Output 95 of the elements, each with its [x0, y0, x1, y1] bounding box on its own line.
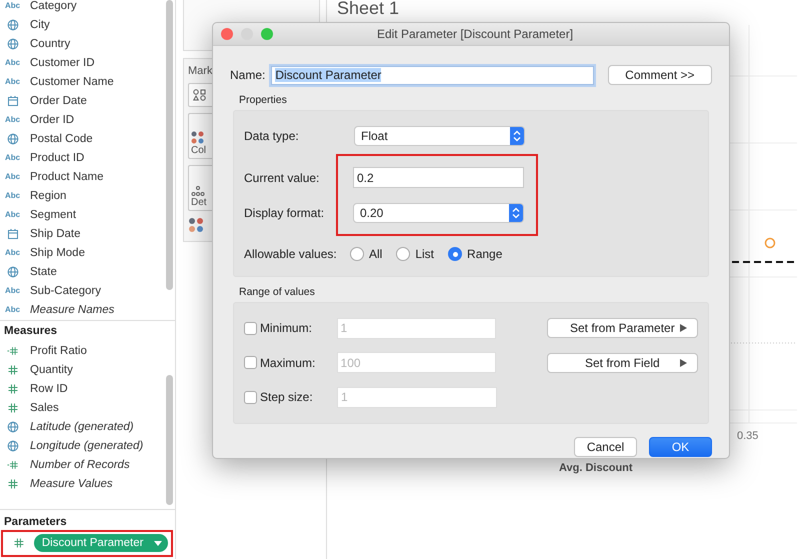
stepper-arrows-icon[interactable]: [509, 204, 523, 222]
globe-icon: [7, 132, 19, 144]
current-value-field[interactable]: 0.2: [353, 167, 524, 188]
sheet-title: Sheet 1: [337, 0, 400, 19]
field-name[interactable]: Row ID: [30, 382, 68, 394]
field-name[interactable]: Ship Mode: [30, 246, 85, 258]
string-type-label: Abc: [5, 210, 22, 219]
string-type-label: Abc: [5, 172, 22, 181]
data-type-select[interactable]: Float: [354, 126, 525, 146]
close-button[interactable]: [221, 28, 233, 40]
radio-button[interactable]: [350, 247, 364, 261]
hash-icon: [7, 382, 19, 394]
calculated-hash-icon: [7, 458, 19, 470]
string-type-label: Abc: [5, 153, 22, 162]
window-title: Edit Parameter [Discount Parameter]: [376, 27, 574, 41]
field-name[interactable]: Postal Code: [30, 132, 93, 144]
field-name[interactable]: Customer Name: [30, 76, 114, 88]
field-label: Data type:: [244, 129, 300, 143]
globe-icon: [7, 38, 19, 50]
field-name[interactable]: Product ID: [30, 152, 84, 164]
globe-icon: [7, 18, 19, 30]
section-heading: Measures: [0, 320, 175, 341]
field-name[interactable]: Number of Records: [30, 458, 130, 470]
triangle-arrow-icon: [679, 324, 687, 332]
hash-icon: [13, 537, 25, 549]
string-type-label: Abc: [5, 77, 22, 86]
field-name[interactable]: Customer ID: [30, 56, 95, 68]
radio-button[interactable]: [448, 247, 462, 261]
scrollbar[interactable]: [166, 375, 173, 505]
radio-option[interactable]: All: [350, 247, 382, 261]
string-type-label: Abc: [5, 58, 22, 67]
string-type-label: Abc: [5, 305, 22, 314]
detail-dots-icon: [191, 185, 205, 197]
radio-option[interactable]: Range: [448, 247, 502, 261]
field-name[interactable]: City: [30, 18, 50, 30]
shapes-icon: [193, 89, 207, 101]
radio-button[interactable]: [396, 247, 410, 261]
field-name[interactable]: Country: [30, 38, 70, 50]
mark-card[interactable]: Col: [188, 113, 213, 159]
field-name[interactable]: Sub-Category: [30, 284, 101, 296]
hash-icon: [7, 478, 19, 490]
calculated-hash-icon: [7, 344, 19, 356]
field-name[interactable]: Measure Names: [30, 304, 114, 316]
dialog-button[interactable]: OK: [649, 436, 712, 456]
field-label: Current value:: [244, 170, 320, 184]
group-label: Range of values: [239, 286, 316, 298]
name-field[interactable]: Discount Parameter: [271, 66, 594, 84]
globe-icon: [7, 420, 19, 432]
globe-icon: [7, 266, 19, 278]
field-name[interactable]: Latitude (generated): [30, 420, 134, 432]
field-label: Allowable values:: [244, 247, 338, 261]
triangle-arrow-icon: [679, 358, 687, 367]
dialog-button[interactable]: Cancel: [574, 436, 637, 456]
field-name[interactable]: Longitude (generated): [30, 440, 144, 452]
field-name[interactable]: Order Date: [30, 94, 87, 106]
dropdown-caret-icon[interactable]: [154, 540, 162, 546]
field-name[interactable]: Measure Values: [30, 478, 113, 490]
field-name[interactable]: Quantity: [30, 364, 73, 376]
section-heading: Parameters: [0, 509, 175, 532]
scrollbar[interactable]: [166, 0, 173, 290]
field-label: Display format:: [244, 206, 326, 220]
string-type-label: Abc: [5, 1, 22, 10]
field-name[interactable]: Category: [30, 0, 77, 12]
marks-title: Mark: [188, 65, 212, 77]
radio-option[interactable]: List: [396, 247, 434, 261]
field-name[interactable]: Product Name: [30, 170, 104, 182]
card-label: Det: [191, 197, 207, 208]
color-legend-icon: [188, 217, 204, 233]
string-type-label: Abc: [5, 115, 22, 124]
mark-card[interactable]: Det: [188, 165, 213, 211]
string-type-label: Abc: [5, 248, 22, 257]
axis-tick: 0.35: [737, 430, 758, 442]
hash-icon: [7, 364, 19, 376]
calendar-icon: [7, 94, 19, 106]
field-name[interactable]: Region: [30, 190, 66, 202]
field-name[interactable]: Profit Ratio: [30, 344, 87, 356]
field-name[interactable]: Ship Date: [30, 228, 81, 240]
calendar-icon: [7, 228, 19, 240]
color-dots-icon: [191, 131, 205, 145]
field-name[interactable]: Segment: [30, 208, 76, 220]
group-label: Properties: [239, 94, 288, 106]
stepper-arrows-icon[interactable]: [510, 127, 524, 145]
hash-icon: [7, 402, 19, 414]
field-name[interactable]: Sales: [30, 402, 59, 414]
string-type-label: Abc: [5, 286, 22, 295]
field-name[interactable]: Order ID: [30, 114, 74, 126]
field-label: Name:: [230, 68, 266, 82]
field-name[interactable]: State: [30, 266, 57, 278]
card-label: Col: [191, 145, 206, 156]
display-format-select[interactable]: 0.20: [353, 202, 524, 222]
zoom-button[interactable]: [261, 28, 273, 40]
axis-title: Avg. Discount: [559, 462, 633, 474]
globe-icon: [7, 440, 19, 452]
string-type-label: Abc: [5, 191, 22, 200]
comment-button[interactable]: Comment >>: [608, 65, 712, 85]
